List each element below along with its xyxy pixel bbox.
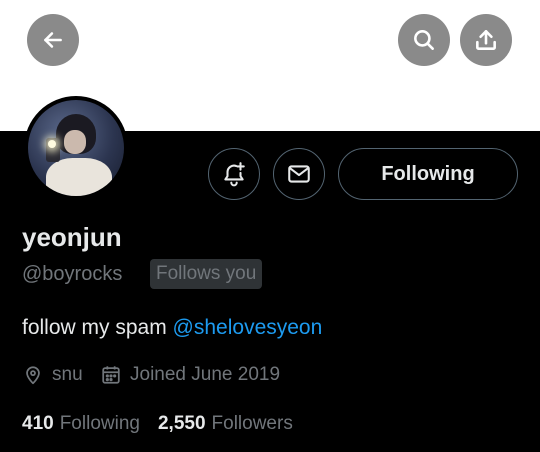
followers-count: 2,550 — [157, 413, 206, 434]
search-button[interactable] — [398, 14, 450, 66]
calendar-icon — [102, 366, 120, 384]
avatar-photo — [28, 100, 124, 196]
bio-text: follow my spam — [22, 316, 173, 339]
user-handle: @boyrocks — [22, 263, 123, 285]
follows-you-badge: Follows you — [150, 259, 263, 289]
following-count-link[interactable]: 410 Following — [22, 413, 140, 435]
location-pin-icon — [26, 366, 40, 385]
follow-stats: 410 Following 2,550 Followers — [22, 413, 293, 435]
following-button[interactable]: Following — [338, 148, 518, 200]
profile-location: snu — [22, 364, 83, 386]
avatar[interactable] — [24, 96, 128, 200]
message-button[interactable] — [273, 148, 325, 200]
location-text: snu — [52, 364, 83, 385]
joined-text: Joined June 2019 — [130, 364, 281, 385]
notifications-button[interactable] — [208, 148, 260, 200]
followers-label: Followers — [211, 413, 293, 434]
followers-count-link[interactable]: 2,550 Followers — [158, 413, 293, 435]
share-button[interactable] — [460, 14, 512, 66]
back-button[interactable] — [27, 14, 79, 66]
envelope-icon — [288, 165, 310, 183]
display-name: yeonjun — [22, 222, 122, 252]
following-count: 410 — [22, 413, 54, 434]
arrow-left-icon — [44, 32, 62, 48]
bell-plus-icon — [224, 162, 245, 187]
profile-joined-date: Joined June 2019 — [100, 364, 280, 386]
search-icon — [414, 30, 434, 50]
share-icon — [476, 30, 496, 50]
bio-mention-link[interactable]: @shelovesyeon — [173, 316, 323, 339]
following-label: Following — [59, 413, 140, 434]
profile-bio: follow my spam @shelovesyeon — [22, 316, 322, 340]
